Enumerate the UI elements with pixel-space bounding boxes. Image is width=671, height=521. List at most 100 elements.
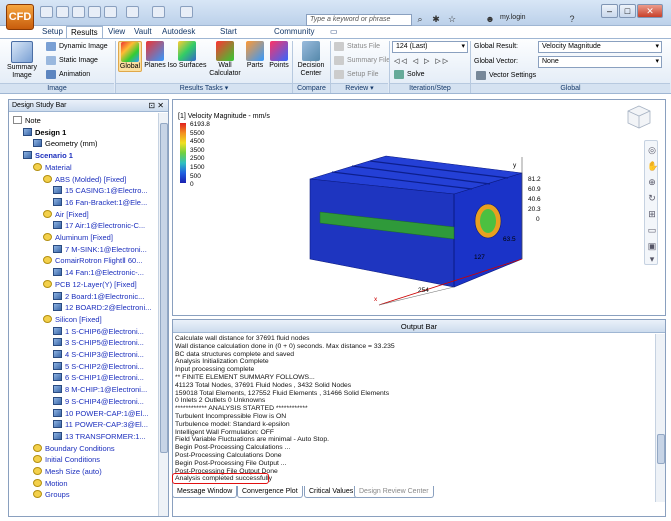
planes-button[interactable]: Planes (144, 41, 166, 70)
tree-scrollbar[interactable] (158, 113, 168, 516)
tab-critical-values[interactable]: Critical Values (304, 486, 359, 498)
tree-item[interactable]: Boundary Conditions (33, 443, 115, 454)
new-icon[interactable] (40, 6, 53, 18)
subscription-icon[interactable]: ✱ (430, 13, 442, 25)
look-at-icon[interactable]: ▭ (647, 225, 657, 235)
minimize-button[interactable]: – (601, 4, 618, 18)
tree-item[interactable]: Motion (33, 478, 68, 489)
save-icon[interactable] (72, 6, 85, 18)
tree-item[interactable]: Scenario 1 (23, 150, 73, 161)
tree-item[interactable]: Groups (33, 489, 70, 500)
tree-item[interactable]: 14 Fan:1@Electronic-... (53, 267, 144, 278)
tree-item[interactable]: 4 S-CHIP3@Electroni... (53, 349, 144, 360)
tab-vault[interactable]: Vault (130, 26, 156, 38)
tree-item[interactable]: 1 S-CHIP6@Electroni... (53, 326, 144, 337)
steering-wheel-icon[interactable]: ◎ (647, 145, 657, 155)
tree-item[interactable]: 7 M-SINK:1@Electroni... (53, 244, 147, 255)
tab-setup[interactable]: Setup (38, 26, 67, 38)
viewcube-icon[interactable] (626, 104, 652, 130)
tree-item[interactable]: Note (13, 115, 41, 126)
close-button[interactable]: ✕ (637, 4, 663, 18)
tab-autodesk-360[interactable]: Autodesk 360 (158, 26, 199, 48)
tree-item[interactable]: 10 POWER-CAP:1@El... (53, 408, 148, 419)
wall-calculator-button[interactable]: Wall Calculator (208, 41, 242, 78)
maximize-button[interactable]: □ (619, 4, 636, 18)
tab-community[interactable]: Community (270, 26, 318, 38)
model-view[interactable] (172, 99, 666, 316)
tree-item[interactable]: Initial Conditions (33, 454, 100, 465)
tree-item[interactable]: 13 TRANSFORMER:1... (53, 431, 146, 442)
favorites-icon[interactable]: ☆ (446, 13, 458, 25)
zoom-icon[interactable]: ⊕ (647, 177, 657, 187)
tree-item[interactable]: 2 Board:1@Electronic... (53, 291, 144, 302)
toolbar-icon[interactable] (126, 6, 139, 18)
open-icon[interactable] (56, 6, 69, 18)
output-scrollbar[interactable] (655, 334, 665, 502)
tree-item[interactable]: 9 S-CHIP4@Electroni... (53, 396, 144, 407)
help-icon[interactable]: ? (566, 13, 578, 25)
iteration-select[interactable]: 124 (Last) (392, 41, 468, 53)
undo-icon[interactable] (88, 6, 101, 18)
user-icon[interactable]: ☻ (484, 13, 496, 25)
tree-item[interactable]: 15 CASING:1@Electro... (53, 185, 148, 196)
tab-convergence-plot[interactable]: Convergence Plot (237, 486, 303, 498)
zoom-window-icon[interactable]: ⊞ (647, 209, 657, 219)
summary-image-button[interactable]: Summary Image (4, 41, 40, 80)
tree-item[interactable]: PCB 12-Layer(Y) [Fixed] (43, 279, 137, 290)
animation-button[interactable]: Animation (46, 69, 90, 81)
decision-center-button[interactable]: Decision Center (294, 41, 328, 78)
status-file-button[interactable]: Status File (334, 41, 380, 53)
points-button[interactable]: Points (267, 41, 291, 70)
tree-item[interactable]: 12 BOARD:2@Electroni... (53, 302, 151, 313)
tree-item[interactable]: Air [Fixed] (43, 209, 89, 220)
expand-icon[interactable]: ▾ (647, 254, 657, 264)
tree-item[interactable]: 8 M-CHIP:1@Electroni... (53, 384, 147, 395)
pan-icon[interactable]: ✋ (647, 161, 658, 171)
tab-message-window[interactable]: Message Window (172, 486, 238, 498)
panel-pin-close-icon[interactable]: ⊡ ✕ (148, 100, 164, 112)
global-result-select[interactable]: Velocity Magnitude (538, 41, 662, 53)
tab-results[interactable]: Results (66, 26, 103, 38)
global-button[interactable]: Global (118, 41, 142, 72)
setup-file-button[interactable]: Setup File (334, 69, 379, 81)
iso-surfaces-button[interactable]: Iso Surfaces (167, 41, 207, 70)
orbit-icon[interactable]: ↻ (647, 193, 657, 203)
ribbon-minimize-icon[interactable]: ▭ ▾ (326, 26, 342, 48)
tree-item[interactable]: Silicon [Fixed] (43, 314, 102, 325)
solve-button[interactable]: Solve (394, 69, 425, 81)
search-input[interactable]: Type a keyword or phrase (306, 14, 412, 26)
tree-item[interactable]: 17 Air:1@Electronic-C... (53, 220, 145, 231)
tree-item[interactable]: ABS (Molded) [Fixed] (43, 174, 126, 185)
tab-design-review-center[interactable]: Design Review Center (354, 486, 434, 498)
vector-settings-button[interactable]: Vector Settings (476, 70, 536, 82)
tree-item[interactable]: Geometry (mm) (33, 138, 98, 149)
tree-item[interactable]: Mesh Size (auto) (33, 466, 102, 477)
tree-item[interactable]: ComairRotron FlightⅡ 60... (43, 255, 142, 266)
global-result-label: Global Result: (474, 43, 518, 50)
static-image-button[interactable]: Static Image (46, 55, 98, 67)
tab-view[interactable]: View (104, 26, 129, 38)
output-scroll-thumb[interactable] (657, 434, 665, 464)
window-icon[interactable] (152, 6, 165, 18)
tree-item[interactable]: 11 POWER-CAP:3@El... (53, 419, 148, 430)
login-link[interactable]: my.login (500, 14, 526, 21)
settings-icon[interactable]: ▣ (647, 241, 657, 251)
step-navigation[interactable]: ◁◁ ◁ ▷ ▷▷ (394, 56, 450, 68)
tab-start-learn[interactable]: Start & Learn (216, 26, 244, 60)
tree-item[interactable]: Aluminum [Fixed] (43, 232, 113, 243)
tree-item[interactable]: Design 1 (23, 127, 66, 138)
tree-item[interactable]: 5 S-CHIP2@Electroni... (53, 361, 144, 372)
tree-item[interactable]: 16 Fan-Bracket:1@Ele... (53, 197, 147, 208)
settings-icon[interactable] (180, 6, 193, 18)
search-icon[interactable]: ⌕ (414, 13, 426, 25)
application-menu-button[interactable]: CFD (6, 4, 34, 30)
summary-file-button[interactable]: Summary File (334, 55, 390, 67)
dynamic-image-button[interactable]: Dynamic Image (46, 41, 108, 53)
tree-scroll-thumb[interactable] (160, 123, 168, 453)
redo-icon[interactable] (104, 6, 117, 18)
tree-item[interactable]: 3 S-CHIP5@Electroni... (53, 337, 144, 348)
parts-button[interactable]: Parts (244, 41, 266, 70)
tree-item[interactable]: Material (33, 162, 72, 173)
global-vector-select[interactable]: None (538, 56, 662, 68)
tree-item[interactable]: 6 S-CHIP1@Electroni... (53, 372, 144, 383)
